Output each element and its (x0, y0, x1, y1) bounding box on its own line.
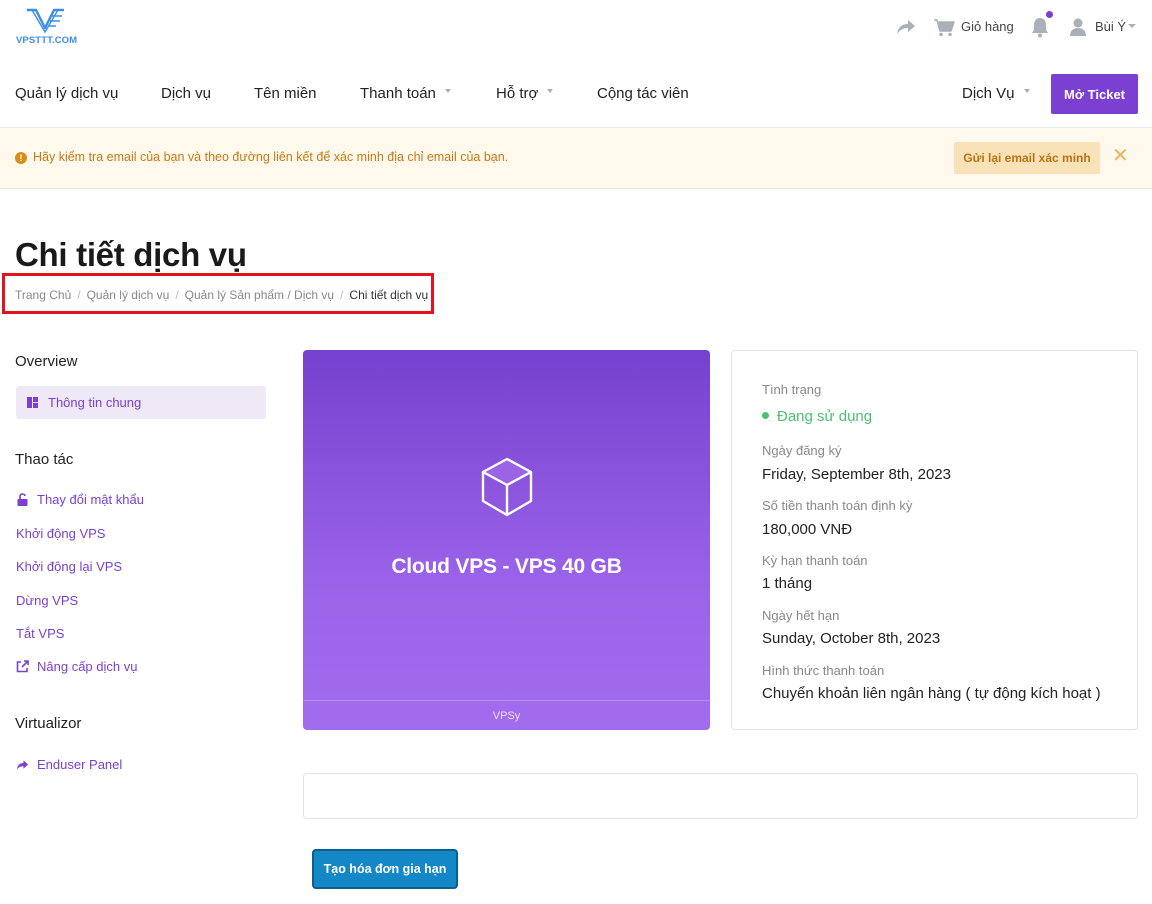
resend-verification-button[interactable]: Gửi lại email xác minh (954, 142, 1100, 174)
sidebar-item-overview[interactable]: Thông tin chung (16, 386, 266, 419)
service-info-card: Tình trạng Đang sử dụng Ngày đăng ký Fri… (731, 350, 1138, 730)
main-nav: Quản lý dịch vụ Dịch vụ Tên miền Thanh t… (0, 60, 1152, 128)
close-icon[interactable]: ✕ (1112, 146, 1129, 166)
user-name[interactable]: Bùi Ý (1095, 19, 1126, 34)
sidebar-item-label: Thông tin chung (48, 395, 142, 410)
overview-heading: Overview (15, 353, 78, 370)
external-link-icon (16, 660, 29, 673)
breadcrumb: Trang Chủ / Quản lý dịch vụ / Quản lý Sản ph… (15, 288, 429, 302)
sidebar-item-stop-vps[interactable]: Dừng VPS (16, 593, 78, 608)
payment-method-label: Hình thức thanh toán (762, 663, 885, 678)
create-renewal-invoice-button[interactable]: Tạo hóa đơn gia hạn (312, 849, 458, 889)
nav-item-affiliates[interactable]: Cộng tác viên (597, 85, 689, 102)
sidebar-item-change-password[interactable]: Thay đổi mật khẩu (16, 492, 144, 507)
sidebar-item-reboot-vps[interactable]: Khởi động lại VPS (16, 559, 122, 574)
share-icon[interactable] (896, 18, 916, 36)
lock-icon (17, 493, 28, 506)
empty-panel (303, 773, 1138, 819)
nav-item-billing[interactable]: Thanh toán (360, 85, 451, 102)
status-dot-icon (762, 411, 769, 419)
alert-text: Hãy kiểm tra email của bạn và theo đường… (33, 150, 509, 164)
user-icon[interactable] (1069, 17, 1087, 37)
product-name: Cloud VPS - VPS 40 GB (391, 555, 622, 578)
actions-heading: Thao tác (15, 451, 74, 468)
logo-text: VPSTTT.COM (16, 35, 78, 46)
due-date-value: Sunday, October 8th, 2023 (762, 630, 941, 647)
page-title: Chi tiết dịch vụ (15, 236, 247, 273)
sidebar-item-label: Thay đổi mật khẩu (37, 492, 144, 507)
nav-item-billing-label: Thanh toán (360, 85, 436, 102)
breadcrumb-service-management[interactable]: Quản lý dịch vụ (87, 288, 170, 302)
share-icon (16, 759, 29, 770)
breadcrumb-home[interactable]: Trang Chủ (15, 288, 71, 302)
notification-badge (1046, 11, 1053, 18)
virtualizor-heading: Virtualizor (15, 715, 82, 732)
sidebar-item-upgrade[interactable]: Nâng cấp dịch vụ (16, 659, 137, 674)
logo[interactable]: VPSTTT.COM (14, 6, 80, 46)
nav-item-support[interactable]: Hỗ trợ (496, 85, 554, 102)
breadcrumb-products[interactable]: Quản lý Sản phẩm / Dịch vụ (185, 288, 334, 302)
chevron-down-icon (1023, 89, 1030, 94)
status-badge: Đang sử dụng (762, 408, 872, 425)
nav-item-support-label: Hỗ trợ (496, 85, 539, 102)
status-value: Đang sử dụng (777, 408, 873, 425)
dashboard-icon (27, 397, 38, 408)
registration-date-value: Friday, September 8th, 2023 (762, 466, 951, 483)
exclamation-icon: ! (15, 152, 27, 164)
verify-email-alert: ! Hãy kiểm tra email của bạn và theo đườ… (0, 128, 1152, 189)
cart-label[interactable]: Giỏ hàng (961, 19, 1014, 34)
product-group: VPSy (303, 700, 710, 730)
chevron-down-icon (547, 89, 554, 94)
breadcrumb-current: Chi tiết dịch vụ (349, 288, 429, 302)
nav-item-domains[interactable]: Tên miền (254, 85, 317, 102)
cube-icon (481, 457, 533, 517)
due-date-label: Ngày hết hạn (762, 608, 840, 623)
billing-cycle-value: 1 tháng (762, 575, 813, 592)
nav-item-services[interactable]: Dịch vụ (161, 85, 211, 102)
top-bar: VPSTTT.COM Giỏ hàng Bùi Ý (0, 0, 1152, 56)
status-label: Tình trạng (762, 382, 822, 397)
sidebar-item-shutdown-vps[interactable]: Tắt VPS (16, 626, 64, 641)
sidebar-item-label: Enduser Panel (37, 757, 123, 772)
nav-item-services-menu[interactable]: Dịch Vụ (962, 85, 1030, 102)
recurring-amount-label: Số tiền thanh toán định kỳ (762, 498, 913, 513)
logo-icon (27, 8, 64, 34)
billing-cycle-label: Kỳ hạn thanh toán (762, 553, 868, 568)
open-ticket-button[interactable]: Mở Ticket (1051, 74, 1138, 114)
registration-date-label: Ngày đăng ký (762, 443, 842, 458)
recurring-amount-value: 180,000 VNĐ (762, 521, 853, 538)
payment-method-value: Chuyển khoản liên ngân hàng ( tự động kí… (762, 685, 1101, 702)
chevron-down-icon[interactable] (1128, 24, 1136, 28)
chevron-down-icon (444, 89, 451, 94)
sidebar-item-enduser-panel[interactable]: Enduser Panel (16, 757, 122, 772)
sidebar-item-start-vps[interactable]: Khởi động VPS (16, 526, 105, 541)
bell-icon[interactable] (1031, 16, 1049, 38)
nav-item-service-management[interactable]: Quản lý dịch vụ (15, 85, 118, 102)
sidebar-item-label: Nâng cấp dịch vụ (37, 659, 138, 674)
nav-item-services-menu-label: Dịch Vụ (962, 85, 1015, 102)
cart-icon[interactable] (933, 17, 955, 37)
product-card: Cloud VPS - VPS 40 GB VPSy (303, 350, 710, 730)
